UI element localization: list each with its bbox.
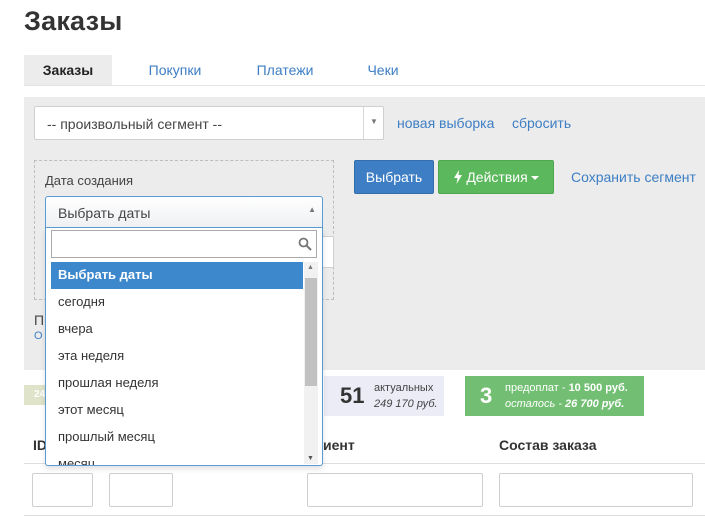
id-filter-input[interactable] — [32, 473, 93, 507]
remaining-amount: 26 700 руб. — [565, 398, 625, 410]
date-range-select-value: Выбрать даты — [58, 205, 151, 221]
segment-select[interactable]: -- произвольный сегмент -- ▼ — [34, 106, 384, 140]
option-last-month[interactable]: прошлый месяц — [51, 424, 303, 451]
scrollbar-thumb[interactable] — [305, 278, 317, 386]
reset-link[interactable]: сбросить — [512, 115, 571, 131]
prepaid-amount: 10 500 руб. — [568, 382, 628, 394]
option-month[interactable]: месяц — [51, 451, 303, 465]
lightning-icon — [454, 170, 463, 184]
prepaid-stat[interactable]: 3 предоплат - 10 500 руб. осталось - 26 … — [465, 376, 644, 416]
dropdown-scrollbar[interactable]: ▲ ▼ — [304, 262, 318, 464]
actual-amount: 249 170 руб. — [374, 398, 438, 410]
dropdown-options-list: Выбрать даты сегодня вчера эта неделя пр… — [51, 262, 303, 465]
option-this-week[interactable]: эта неделя — [51, 343, 303, 370]
date-range-select[interactable]: Выбрать даты ▲ — [45, 196, 323, 228]
status-badge-count: 24 — [34, 389, 46, 400]
tab-receipts[interactable]: Чеки — [354, 55, 412, 85]
actual-orders-stat[interactable]: 51 актуальных 249 170 руб. — [324, 376, 444, 416]
table-divider-bottom — [24, 515, 705, 516]
search-icon — [298, 237, 312, 251]
remaining-label: осталось - 26 700 руб. — [505, 398, 624, 410]
column-header-composition[interactable]: Состав заказа — [499, 437, 597, 453]
prepaid-label: предоплат - 10 500 руб. — [505, 382, 628, 394]
remaining-prefix: осталось - — [505, 398, 566, 410]
actions-button[interactable]: Действия — [438, 160, 554, 194]
actual-label: актуальных — [374, 382, 434, 394]
segment-select-value: -- произвольный сегмент -- — [47, 116, 222, 132]
caret-down-icon — [530, 176, 539, 181]
option-last-week[interactable]: прошлая неделя — [51, 370, 303, 397]
tab-orders[interactable]: Заказы — [24, 55, 112, 85]
second-filter-input[interactable] — [109, 473, 173, 507]
tab-purchases[interactable]: Покупки — [134, 55, 216, 85]
composition-filter-input[interactable] — [499, 473, 693, 507]
client-filter-input[interactable] — [307, 473, 483, 507]
actual-count: 51 — [340, 383, 365, 408]
save-segment-link[interactable]: Сохранить сегмент — [571, 169, 696, 185]
date-range-dropdown: Выбрать даты сегодня вчера эта неделя пр… — [45, 228, 323, 466]
actions-button-label: Действия — [466, 169, 528, 185]
obscured-link[interactable]: О — [34, 330, 43, 342]
dropdown-search-input[interactable] — [52, 231, 292, 257]
option-this-month[interactable]: этот месяц — [51, 397, 303, 424]
option-choose-dates[interactable]: Выбрать даты — [51, 262, 303, 289]
obscured-label: П — [34, 312, 45, 328]
prepaid-label-prefix: предоплат - — [505, 382, 569, 394]
prepaid-count: 3 — [480, 383, 493, 408]
chevron-up-icon: ▲ — [308, 205, 316, 214]
scroll-up-icon[interactable]: ▲ — [307, 264, 314, 271]
new-selection-link[interactable]: новая выборка — [397, 115, 494, 131]
chevron-down-icon: ▼ — [370, 117, 378, 126]
dropdown-search-box[interactable] — [51, 230, 317, 258]
date-label: Дата создания — [45, 173, 134, 188]
segment-select-arrow[interactable]: ▼ — [363, 107, 383, 139]
page-title: Заказы — [24, 6, 123, 36]
scroll-down-icon[interactable]: ▼ — [307, 455, 314, 462]
tab-payments[interactable]: Платежи — [244, 55, 326, 85]
choose-button[interactable]: Выбрать — [354, 160, 434, 194]
column-header-client[interactable]: иент — [323, 437, 355, 453]
option-today[interactable]: сегодня — [51, 289, 303, 316]
tabs-bar: Заказы Покупки Платежи Чеки — [24, 55, 705, 86]
option-yesterday[interactable]: вчера — [51, 316, 303, 343]
